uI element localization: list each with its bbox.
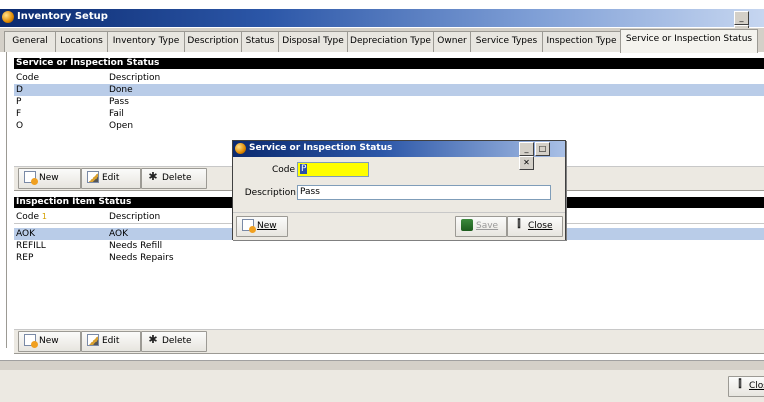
app-icon — [2, 11, 14, 23]
table-row[interactable]: REP Needs Repairs — [14, 252, 764, 264]
dialog-button-bar: New Save ⫿ Close — [233, 212, 565, 240]
cell-description: AOK — [109, 229, 128, 239]
cell-description: Fail — [109, 109, 124, 119]
window-title-bar: Inventory Setup _□ — [0, 9, 764, 39]
dialog-save-label: Save — [476, 221, 499, 231]
dialog-close-button[interactable]: ⫿ Close — [507, 216, 563, 237]
cell-description: Needs Repairs — [109, 253, 174, 263]
table-row[interactable]: F Fail — [14, 108, 764, 120]
delete-icon: ✱ — [148, 169, 158, 183]
tab-inventory-type[interactable]: Inventory Type — [107, 31, 185, 52]
cell-code: O — [16, 121, 24, 131]
edit-label: Edit — [102, 336, 120, 346]
tab-locations[interactable]: Locations — [55, 31, 108, 52]
code-label: Code — [271, 165, 295, 175]
table-row[interactable]: O Open — [14, 120, 764, 132]
delete-label: Delete — [162, 173, 192, 183]
tab-disposal-type[interactable]: Disposal Type — [278, 31, 348, 52]
item-toolbar: New Edit ✱ Delete — [14, 329, 764, 354]
sort-indicator: 1 — [41, 212, 48, 221]
tab-description[interactable]: Description — [184, 31, 242, 52]
cell-description: Open — [109, 121, 134, 131]
cell-description: Needs Refill — [109, 241, 163, 251]
edit-pencil-icon — [87, 170, 99, 183]
new-button[interactable]: New — [18, 168, 81, 189]
tab-status[interactable]: Status — [241, 31, 279, 52]
dialog-app-icon — [235, 143, 246, 154]
tab-strip: General Locations Inventory Type Descrip… — [0, 28, 764, 53]
close-label: Close — [749, 381, 764, 391]
dialog-close-label: Close — [528, 221, 553, 231]
dialog-title: Service or Inspection Status — [249, 143, 393, 153]
delete-button[interactable]: ✱ Delete — [141, 168, 207, 189]
tab-depreciation-type[interactable]: Depreciation Type — [347, 31, 434, 52]
window-title: Inventory Setup — [17, 11, 108, 22]
column-code-label: Code — [16, 212, 40, 222]
edit-pencil-icon — [87, 333, 99, 346]
cell-code: D — [16, 85, 23, 95]
new-label: New — [39, 173, 59, 183]
cell-code: P — [16, 97, 22, 107]
delete-button[interactable]: ✱ Delete — [141, 331, 207, 352]
new-button[interactable]: New — [18, 331, 81, 352]
dialog-save-button[interactable]: Save — [455, 216, 507, 237]
tab-service-types[interactable]: Service Types — [470, 31, 543, 52]
code-field[interactable]: P — [297, 162, 369, 177]
new-document-icon — [24, 333, 38, 348]
code-value: P — [300, 164, 308, 174]
status-edit-dialog: Service or Inspection Status _ □✕ Code P … — [232, 140, 566, 240]
cell-code: REP — [16, 253, 34, 263]
table-row[interactable]: D Done — [14, 84, 764, 96]
cell-description: Pass — [109, 97, 129, 107]
edit-button[interactable]: Edit — [81, 168, 141, 189]
column-description[interactable]: Description — [109, 73, 160, 83]
tab-general[interactable]: General — [4, 31, 56, 52]
bottom-bar: ⫿ Close — [0, 370, 764, 402]
table-row[interactable]: P Pass — [14, 96, 764, 108]
delete-label: Delete — [162, 336, 192, 346]
minimize-icon[interactable]: _ — [734, 11, 749, 25]
tab-owner[interactable]: Owner — [433, 31, 471, 52]
main-close-button[interactable]: ⫿ Close — [728, 376, 764, 397]
status-bar — [0, 360, 764, 370]
close-icon[interactable]: ✕ — [519, 156, 534, 170]
description-field[interactable]: Pass — [297, 185, 551, 200]
new-document-icon — [24, 170, 38, 185]
cell-code: F — [16, 109, 22, 119]
minimize-icon[interactable]: _ — [519, 142, 534, 156]
cell-code: AOK — [16, 229, 35, 239]
new-document-icon — [242, 218, 256, 233]
maximize-icon[interactable]: □ — [535, 142, 550, 156]
save-disk-icon — [461, 218, 473, 231]
column-code[interactable]: Code — [16, 73, 39, 83]
cell-description: Done — [109, 85, 133, 95]
column-description[interactable]: Description — [109, 212, 160, 222]
table-row[interactable]: REFILL Needs Refill — [14, 240, 764, 252]
status-section-header: Service or Inspection Status — [14, 58, 764, 69]
new-label: New — [39, 336, 59, 346]
close-door-icon: ⫿ — [517, 218, 521, 230]
edit-button[interactable]: Edit — [81, 331, 141, 352]
tab-inspection-type[interactable]: Inspection Type — [542, 31, 621, 52]
dialog-new-button[interactable]: New — [236, 216, 288, 237]
delete-icon: ✱ — [148, 332, 158, 346]
tab-service-or-inspection-status[interactable]: Service or Inspection Status — [620, 29, 758, 53]
cell-code: REFILL — [16, 241, 46, 251]
close-door-icon: ⫿ — [738, 378, 742, 390]
description-label: Description — [244, 188, 296, 198]
column-code[interactable]: Code 1 — [16, 212, 47, 222]
edit-label: Edit — [102, 173, 120, 183]
dialog-title-bar: Service or Inspection Status _ □✕ — [233, 141, 565, 170]
dialog-new-label: New — [257, 221, 277, 231]
